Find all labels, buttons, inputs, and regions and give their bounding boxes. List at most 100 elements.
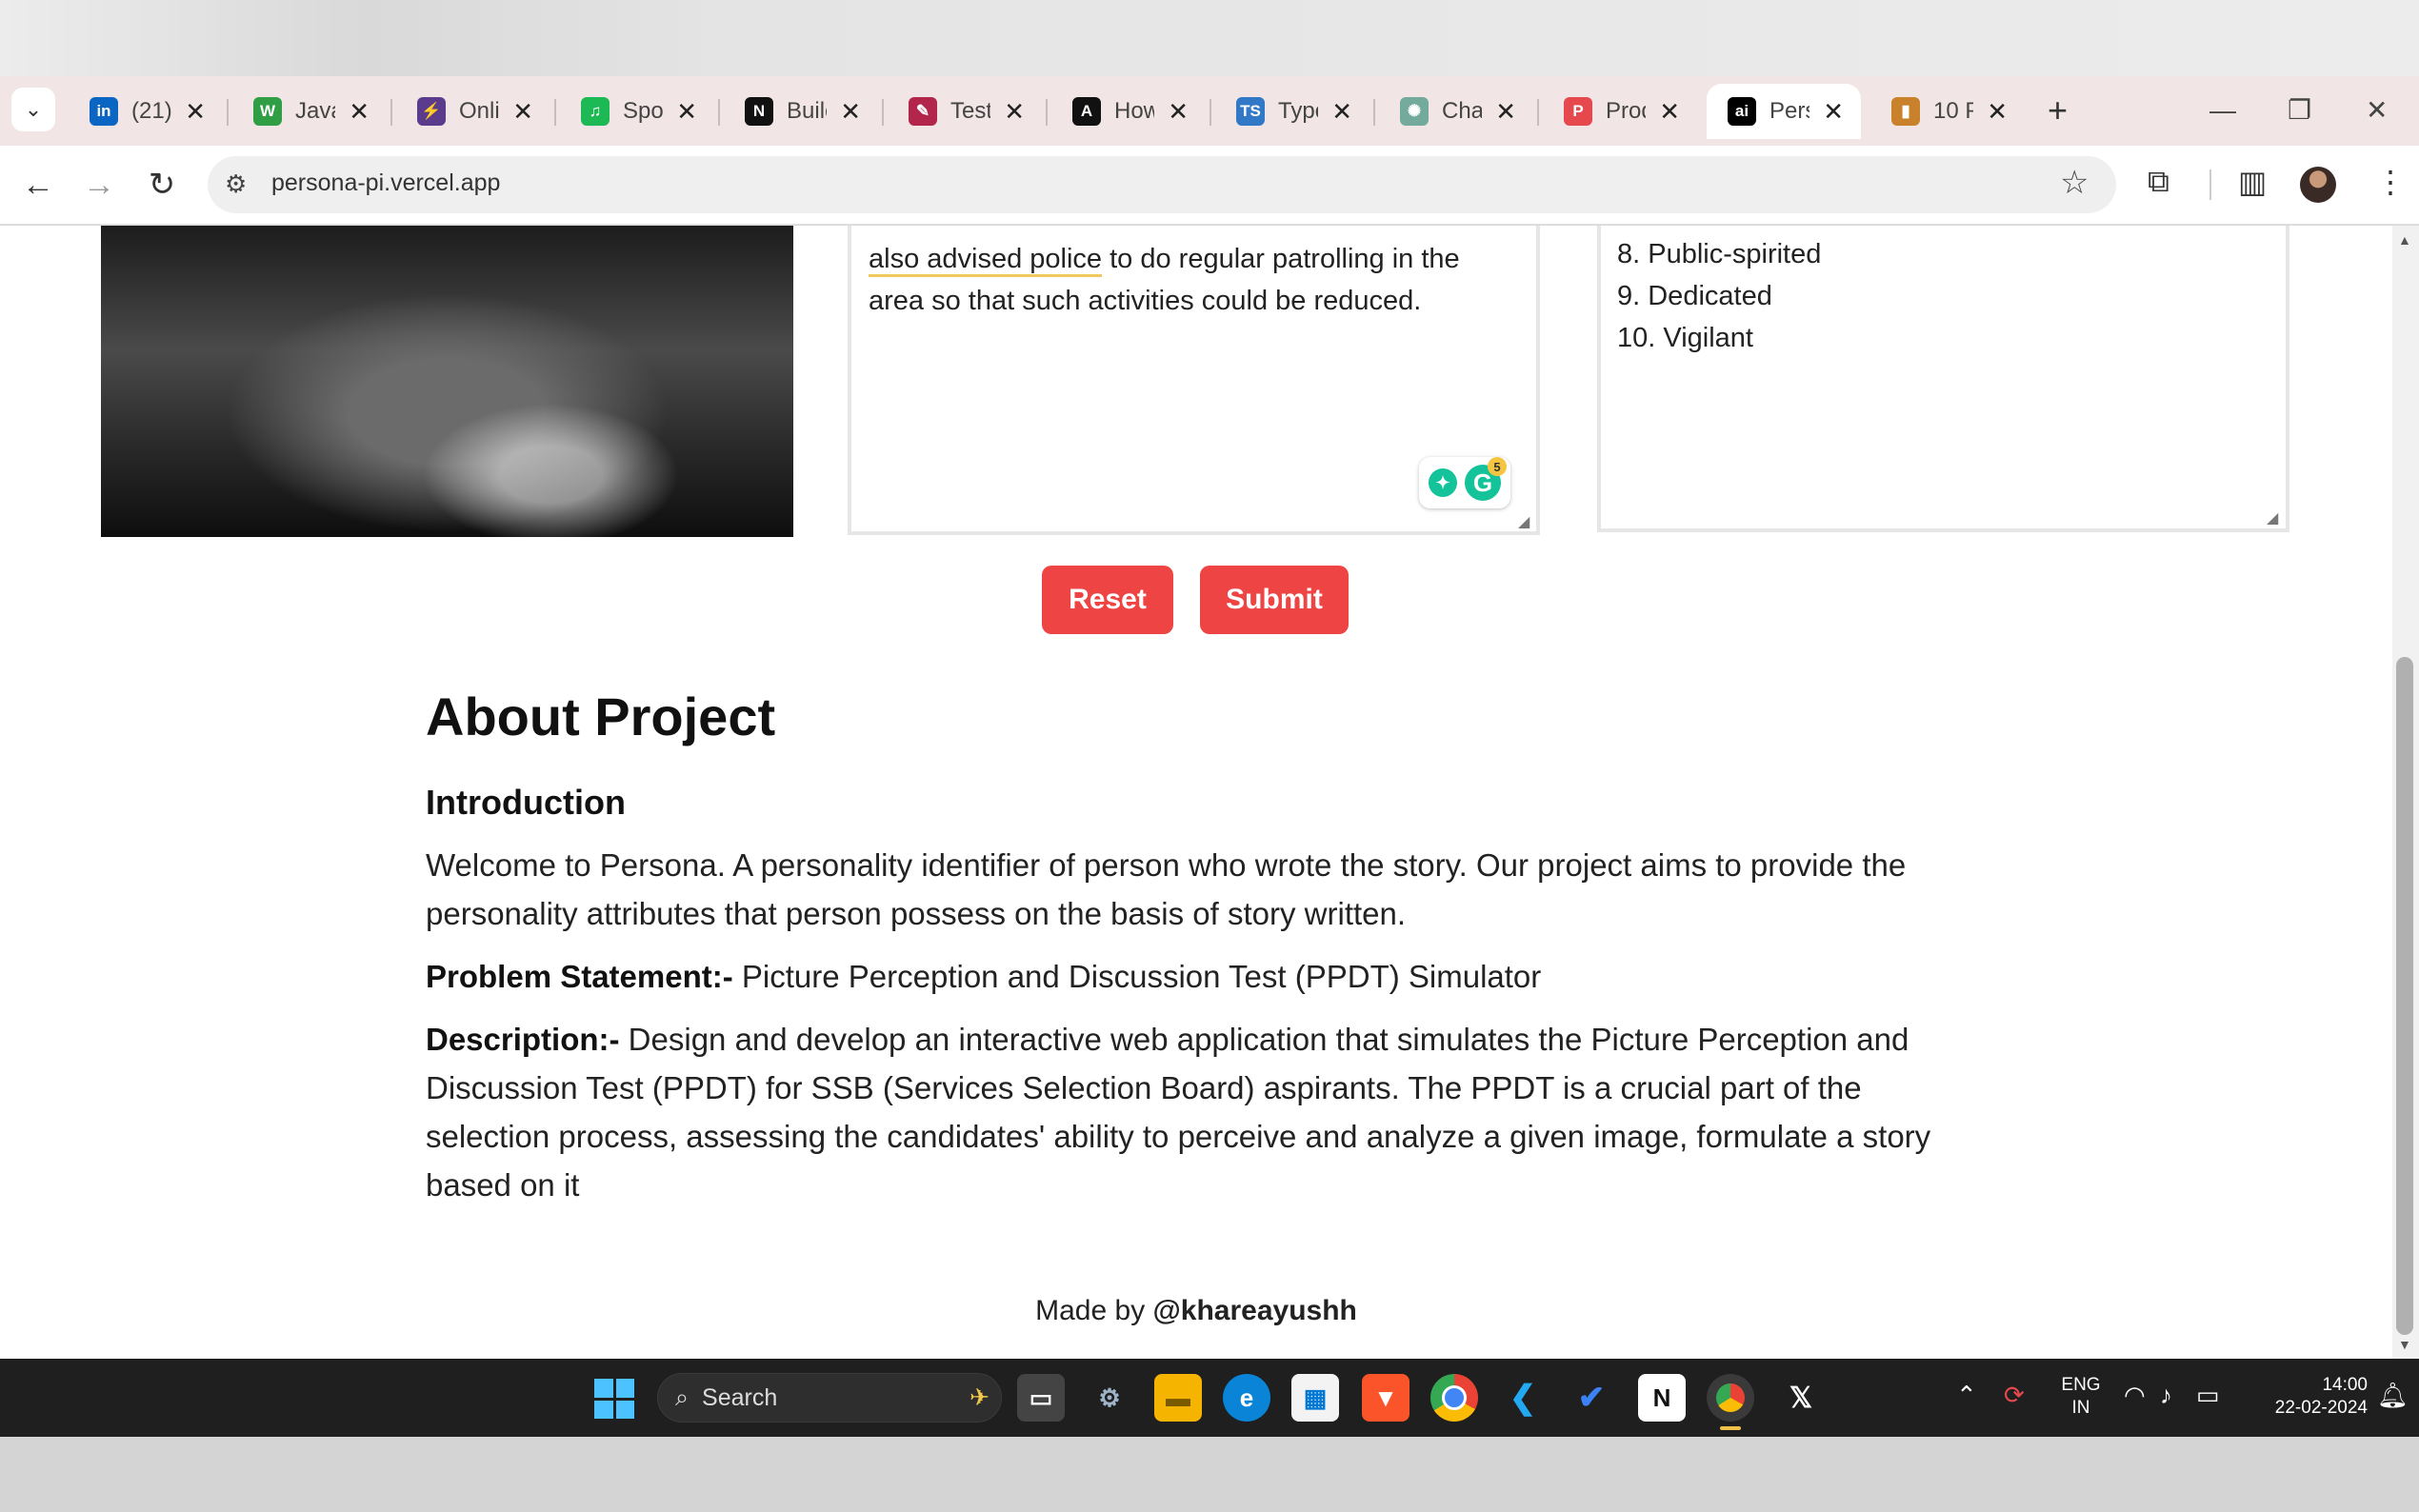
- x-twitter-icon[interactable]: 𝕏: [1777, 1374, 1825, 1422]
- resize-handle-icon[interactable]: ◢: [1518, 512, 1529, 531]
- introduction-text: Welcome to Persona. A personality identi…: [426, 847, 1907, 931]
- browser-tab[interactable]: ⚡ Onli ✕: [396, 84, 550, 139]
- browser-tab[interactable]: ✎ Testi ✕: [888, 84, 1042, 139]
- tab-close-icon[interactable]: ✕: [1331, 97, 1352, 127]
- todo-check-icon[interactable]: ✔: [1568, 1374, 1615, 1422]
- tab-title: Onli: [459, 98, 500, 124]
- browser-tab[interactable]: ai Pers ✕: [1707, 84, 1861, 139]
- site-info-icon[interactable]: ⚙: [225, 169, 247, 199]
- tab-search-button[interactable]: ⌄: [11, 88, 55, 131]
- reset-button[interactable]: Reset: [1042, 566, 1173, 634]
- language-indicator[interactable]: ENG IN: [2057, 1374, 2105, 1420]
- browser-tab[interactable]: A How ✕: [1051, 84, 1206, 139]
- chrome-profile-icon[interactable]: [1707, 1374, 1754, 1422]
- tab-separator: [1537, 99, 1539, 126]
- grammarly-count-badge: 5: [1488, 457, 1507, 476]
- notification-bell-icon[interactable]: 🔔︎: [2377, 1381, 2409, 1410]
- description: Description:- Design and develop an inte…: [426, 1015, 1949, 1209]
- clock-time: 14:00: [2322, 1375, 2368, 1395]
- submit-button[interactable]: Submit: [1200, 566, 1349, 634]
- browser-tab[interactable]: ♫ Spot ✕: [560, 84, 714, 139]
- menu-kebab-icon[interactable]: ⋮: [2375, 164, 2406, 200]
- tab-close-icon[interactable]: ✕: [676, 97, 697, 127]
- tab-title: Prod: [1606, 98, 1646, 124]
- resize-handle-icon[interactable]: ◢: [2267, 508, 2278, 527]
- trait-item: 9. Dedicated: [1617, 281, 1772, 311]
- side-panel-icon[interactable]: ▥: [2238, 164, 2267, 200]
- tab-favicon-icon: P: [1564, 97, 1592, 126]
- browser-tab[interactable]: W Java ✕: [232, 84, 387, 139]
- tab-close-icon[interactable]: ✕: [840, 97, 861, 127]
- profile-avatar[interactable]: [2300, 167, 2336, 203]
- tab-title: Testi: [950, 98, 991, 124]
- tab-favicon-icon: TS: [1236, 97, 1265, 126]
- tab-favicon-icon: in: [90, 97, 118, 126]
- scroll-up-arrow-icon[interactable]: ▲: [2398, 232, 2411, 248]
- scrollbar-thumb[interactable]: [2396, 657, 2413, 1335]
- task-view-icon[interactable]: ▭: [1017, 1374, 1065, 1422]
- url-text[interactable]: persona-pi.vercel.app: [271, 169, 500, 197]
- scroll-down-arrow-icon[interactable]: ▼: [2398, 1337, 2411, 1352]
- forward-button[interactable]: →: [76, 162, 122, 208]
- tab-separator: [882, 99, 884, 126]
- close-window-button[interactable]: ✕: [2366, 91, 2388, 129]
- tab-title: How: [1114, 98, 1155, 124]
- volume-icon[interactable]: ♪: [2160, 1381, 2172, 1410]
- ms-store-icon[interactable]: ▦: [1291, 1374, 1339, 1422]
- vscode-icon[interactable]: ❮: [1499, 1374, 1547, 1422]
- tab-close-icon[interactable]: ✕: [1004, 97, 1025, 127]
- browser-tab[interactable]: ▮ 10 P ✕: [1870, 84, 2025, 139]
- grammarly-icon[interactable]: G5: [1465, 457, 1507, 501]
- bookmark-star-icon[interactable]: ☆: [2060, 164, 2089, 202]
- reload-button[interactable]: ↻: [139, 162, 185, 208]
- windows-taskbar: [0, 1359, 2419, 1437]
- sync-icon[interactable]: ⟳: [2004, 1381, 2025, 1410]
- settings-gear-icon[interactable]: ⚙: [1086, 1374, 1133, 1422]
- browser-tab[interactable]: in (21) ✕: [69, 84, 223, 139]
- tab-close-icon[interactable]: ✕: [349, 97, 370, 127]
- tab-separator: [1046, 99, 1048, 126]
- taskbar-search[interactable]: ⌕ Search ✈: [657, 1373, 1002, 1422]
- taskbar-search-label: Search: [702, 1383, 778, 1411]
- tab-close-icon[interactable]: ✕: [512, 97, 533, 127]
- wifi-icon[interactable]: ◠: [2124, 1381, 2146, 1410]
- file-explorer-icon[interactable]: ▬: [1154, 1374, 1202, 1422]
- restore-button[interactable]: ❐: [2288, 91, 2311, 129]
- clock-date: 22-02-2024: [2274, 1398, 2368, 1418]
- browser-tab[interactable]: ✺ Chat ✕: [1379, 84, 1533, 139]
- edge-icon[interactable]: e: [1223, 1374, 1270, 1422]
- window-top-background: [0, 0, 2419, 76]
- footer-handle[interactable]: @khareayushh: [1153, 1295, 1357, 1326]
- windows-start-icon[interactable]: [594, 1379, 634, 1419]
- notion-icon[interactable]: N: [1638, 1374, 1686, 1422]
- tab-close-icon[interactable]: ✕: [1495, 97, 1516, 127]
- tab-close-icon[interactable]: ✕: [185, 97, 206, 127]
- tab-separator: [718, 99, 720, 126]
- grammarly-widget[interactable]: ✦ G5: [1419, 457, 1510, 508]
- back-button[interactable]: ←: [15, 162, 61, 208]
- tray-chevron-up-icon[interactable]: ⌃: [1956, 1381, 1977, 1410]
- search-icon: ⌕: [675, 1383, 690, 1411]
- chevron-down-icon: ⌄: [24, 97, 43, 121]
- new-tab-button[interactable]: +: [2048, 91, 2068, 129]
- chrome-icon[interactable]: [1430, 1374, 1478, 1422]
- tab-favicon-icon: W: [253, 97, 282, 126]
- tab-separator: [390, 99, 392, 126]
- browser-tab[interactable]: N Builc ✕: [724, 84, 878, 139]
- tab-close-icon[interactable]: ✕: [1168, 97, 1189, 127]
- browser-tab[interactable]: P Prod ✕: [1543, 84, 1697, 139]
- minimize-button[interactable]: —: [2209, 91, 2236, 129]
- clock[interactable]: 14:00 22-02-2024: [2244, 1374, 2368, 1420]
- tab-favicon-icon: ♫: [581, 97, 610, 126]
- extensions-icon[interactable]: ⧉: [2148, 164, 2169, 200]
- tab-close-icon[interactable]: ✕: [1987, 97, 2008, 127]
- battery-icon[interactable]: ▭: [2196, 1381, 2220, 1410]
- active-app-indicator: [1720, 1426, 1741, 1430]
- search-highlight-icon: ✈: [970, 1384, 990, 1411]
- tab-close-icon[interactable]: ✕: [1659, 97, 1680, 127]
- lightbulb-icon[interactable]: ✦: [1429, 468, 1457, 497]
- brave-icon[interactable]: ▼: [1362, 1374, 1409, 1422]
- story-image: [101, 226, 793, 537]
- tab-close-icon[interactable]: ✕: [1823, 97, 1844, 127]
- browser-tab[interactable]: TS Type ✕: [1215, 84, 1369, 139]
